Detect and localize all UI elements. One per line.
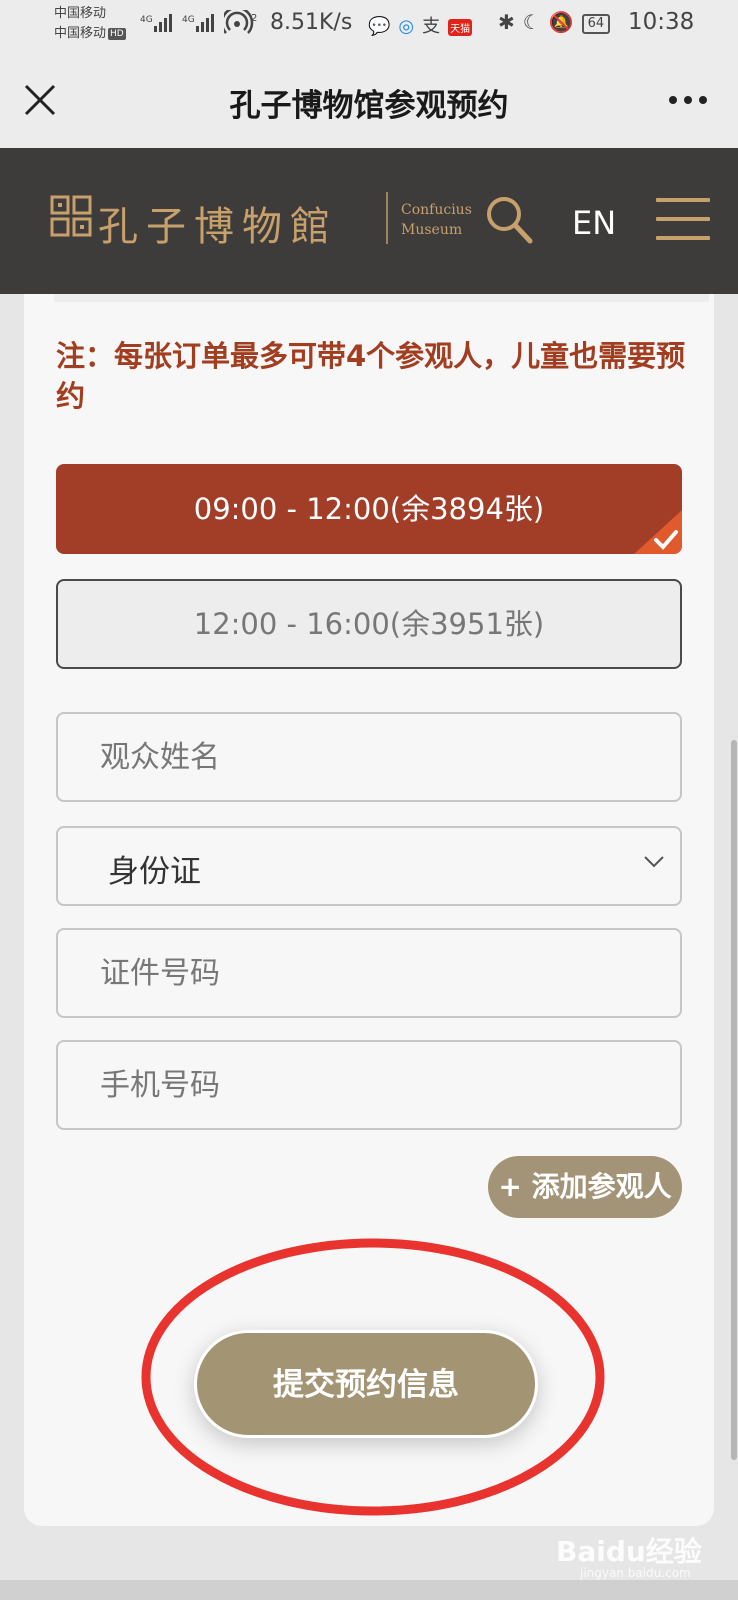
hamburger-menu-icon[interactable] bbox=[656, 198, 710, 255]
time-slot-afternoon[interactable]: 12:00 - 16:00(余3951张) bbox=[56, 579, 682, 669]
chevron-down-icon bbox=[644, 856, 664, 868]
phone-number-field[interactable] bbox=[56, 1040, 682, 1130]
clock: 10:38 bbox=[628, 9, 695, 35]
museum-logo-icon bbox=[50, 195, 92, 237]
baidu-watermark: Baidu经验 bbox=[556, 1535, 702, 1568]
battery-icon: 64 bbox=[581, 13, 611, 34]
time-slot-label: 12:00 - 16:00(余3951张) bbox=[193, 607, 545, 641]
baidu-watermark-url: jingyan.baidu.com bbox=[580, 1566, 691, 1580]
wifi-hotspot-icon: 2 bbox=[224, 10, 257, 34]
language-switch-en[interactable]: EN bbox=[572, 204, 616, 242]
moon-icon: ☾ bbox=[522, 10, 541, 34]
museum-logo-text: 孔子博物館 bbox=[98, 204, 338, 250]
reservation-note: 注：每张订单最多可带4个参观人，儿童也需要预约 bbox=[56, 339, 686, 413]
network-speed: 8.51K/s bbox=[270, 10, 353, 35]
notification-icons: 💬 ◎ 支天猫 bbox=[368, 12, 480, 38]
carrier-1: 中国移动 bbox=[54, 6, 107, 21]
mini-program-titlebar: 孔子博物馆参观预约 bbox=[0, 50, 738, 148]
svg-text:2: 2 bbox=[251, 13, 257, 24]
logo-divider bbox=[386, 192, 388, 244]
page-title: 孔子博物馆参观预约 bbox=[229, 88, 509, 124]
bottom-bar bbox=[0, 1580, 738, 1600]
time-slot-morning[interactable]: 09:00 - 12:00(余3894张) bbox=[56, 464, 682, 554]
search-icon[interactable] bbox=[484, 194, 534, 246]
id-number-input[interactable] bbox=[58, 930, 680, 1016]
logo-en-line2: Museum bbox=[401, 222, 463, 238]
id-type-select[interactable]: 身份证 bbox=[56, 826, 682, 906]
logo-en-line1: Confucius bbox=[401, 202, 472, 218]
visitor-name-field[interactable] bbox=[56, 712, 682, 802]
signal-4g-icon-2: 4G bbox=[182, 14, 214, 32]
qq-browser-icon: ◎ bbox=[398, 16, 415, 37]
mute-bell-icon: 🔕 bbox=[548, 10, 574, 34]
svg-text:4G: 4G bbox=[182, 15, 195, 25]
tmall-icon: 天猫 bbox=[448, 19, 473, 36]
visitor-name-input[interactable] bbox=[58, 714, 680, 800]
museum-logo-english: Confucius Museum bbox=[401, 200, 472, 240]
phone-number-input[interactable] bbox=[58, 1042, 680, 1128]
add-visitor-button[interactable]: + 添加参观人 bbox=[488, 1156, 682, 1218]
carrier-info: 中国移动 中国移动 HD bbox=[54, 4, 126, 44]
bluetooth-icon: ✱ bbox=[498, 10, 515, 34]
carrier-2: 中国移动 bbox=[54, 26, 107, 41]
alipay-icon: 支 bbox=[422, 16, 441, 37]
signal-4g-icon: 4G bbox=[140, 14, 172, 32]
page-scrollbar[interactable] bbox=[731, 740, 737, 1460]
time-slot-label: 09:00 - 12:00(余3894张) bbox=[193, 492, 545, 526]
card-top-strip bbox=[54, 294, 709, 302]
status-bar: 中国移动 中国移动 HD 4G 4G 2 8.51K/s 💬 ◎ 支天猫 ✱ ☾ 🔕 64 … bbox=[0, 0, 738, 50]
wechat-icon: 💬 bbox=[368, 16, 391, 37]
selected-check-icon bbox=[634, 510, 682, 554]
status-right-icons: ✱ ☾ 🔕 64 bbox=[498, 10, 618, 34]
id-type-value: 身份证 bbox=[108, 854, 201, 890]
svg-text:4G: 4G bbox=[140, 15, 153, 25]
submit-reservation-button[interactable]: 提交预约信息 bbox=[194, 1330, 538, 1438]
id-number-field[interactable] bbox=[56, 928, 682, 1018]
museum-header: 孔子博物館 Confucius Museum EN bbox=[0, 148, 738, 294]
hd-badge: HD bbox=[108, 27, 126, 40]
more-dots-icon bbox=[669, 96, 707, 104]
reservation-form-card: 注：每张订单最多可带4个参观人，儿童也需要预约 09:00 - 12:00(余3… bbox=[24, 294, 714, 1526]
more-options-button[interactable] bbox=[668, 84, 708, 108]
